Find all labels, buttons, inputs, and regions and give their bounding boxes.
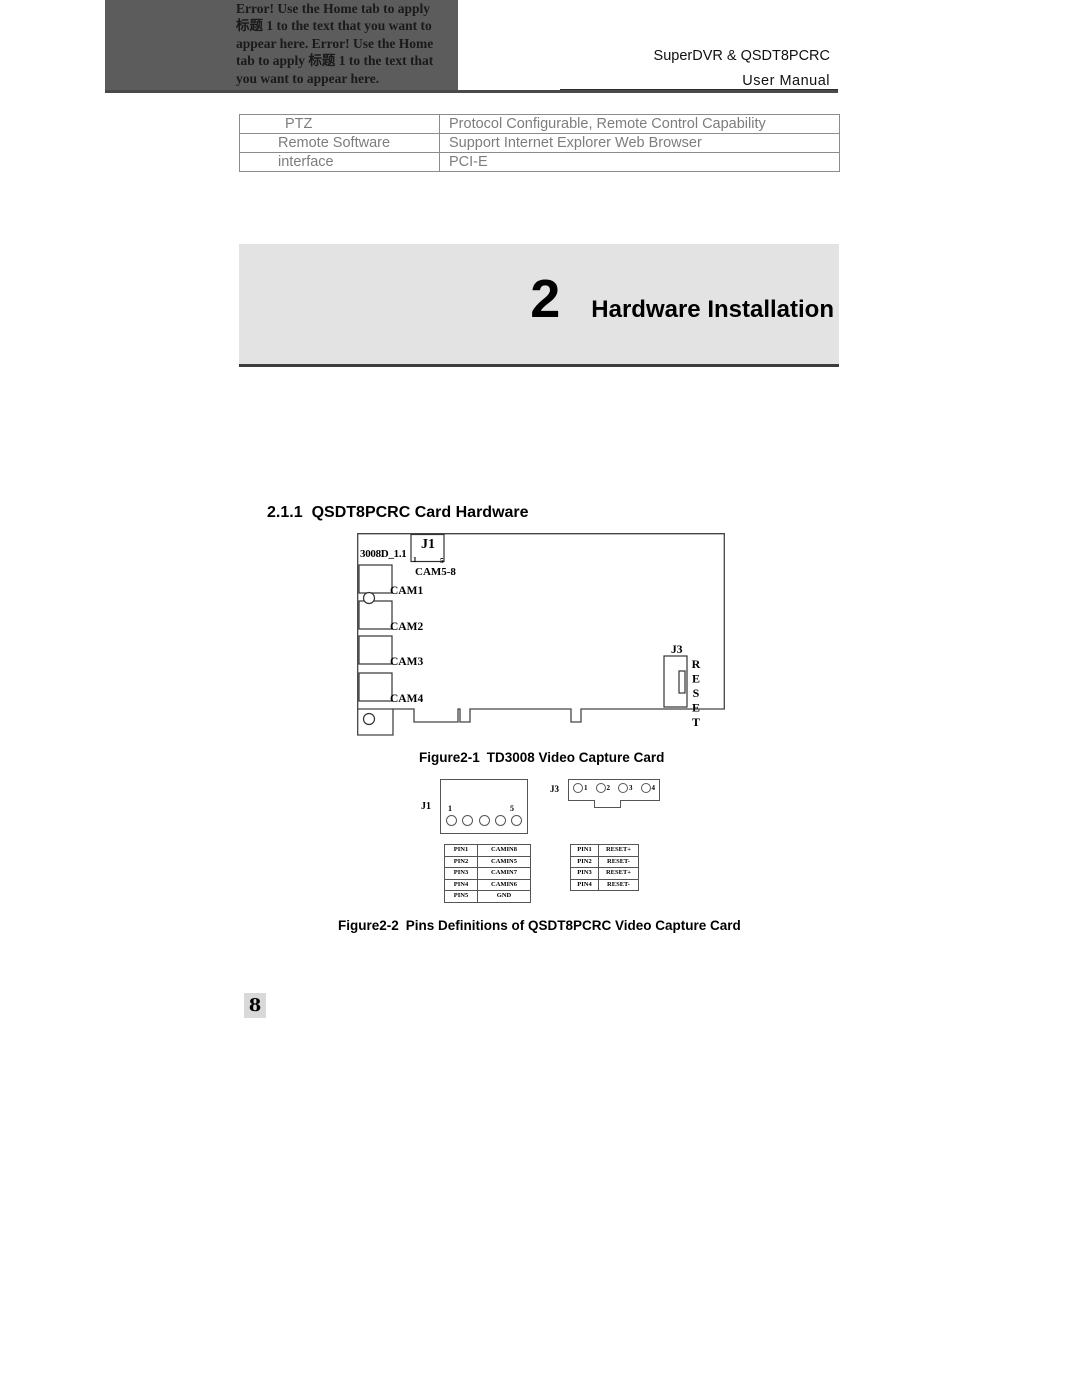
board-cam-port-3: CAM3 (390, 656, 424, 668)
spec-value: PCI-E (439, 152, 840, 172)
pin-hole-icon (511, 815, 522, 826)
board-j1-pin-first: 1 (413, 555, 417, 564)
pin-hole-icon (595, 783, 606, 793)
pin-signal: RESET+ (598, 844, 639, 857)
header-rule (105, 90, 838, 93)
page-title: 2.1.1 QSDT8PCRC Card Hardware (267, 504, 529, 522)
pin-signal: CAMIN8 (477, 844, 531, 857)
board-j1-label: J1 (421, 537, 435, 552)
spec-key: PTZ (239, 114, 440, 134)
pin-signal: GND (477, 890, 531, 903)
section-title: QSDT8PCRC Card Hardware (311, 504, 529, 521)
board-diagram: 3008D_1.1 J1 1 5 CAM5-8 CAM1 CAM2 CAM3 C… (357, 533, 725, 736)
pin-hole-icon (494, 815, 506, 826)
pin-name: PIN4 (570, 878, 599, 891)
section-number: 2.1.1 (267, 504, 303, 521)
board-j3-label: J3 (671, 644, 683, 656)
pin-name: PIN1 (444, 844, 478, 857)
board-reset-label: RESET (689, 657, 703, 730)
header-error-line-5: you want to appear here. (236, 70, 380, 86)
pin-hole-icon (640, 783, 651, 793)
pins-j3-pin-3: 3 (618, 783, 633, 793)
pins-j3-pin-number: 4 (651, 784, 656, 792)
pin-hole-icon (478, 815, 490, 826)
board-j1-pin-last: 5 (440, 556, 444, 565)
board-cam-port-2: CAM2 (390, 621, 424, 633)
pins-j3-hole-row: 1 2 3 4 (573, 783, 655, 793)
chapter-title: Hardware Installation (591, 296, 834, 323)
page-number: 8 (244, 993, 266, 1018)
table-row: interface PCI-E (239, 152, 840, 172)
pins-j1-hole-row (446, 815, 522, 826)
figure-1-label: Figure2-1 (419, 750, 480, 765)
pins-j3-keying-tab (594, 800, 621, 808)
table-row: PIN2 CAMIN5 (444, 855, 531, 868)
header-error-line-1: Error! Use the Home tab to apply (236, 1, 430, 16)
header-error-line-4: tab to apply 标题 1 to the text that (236, 53, 434, 69)
table-row: PIN1 CAMIN8 (444, 844, 531, 857)
pins-j3-pin-2: 2 (595, 783, 611, 793)
pin-name: PIN2 (444, 855, 478, 868)
pins-j1-label: J1 (421, 801, 431, 812)
chapter-banner: 2 Hardware Installation (239, 244, 839, 365)
j3-pin-definition-table: PIN1 RESET+ PIN2 RESET- PIN3 RESET+ PIN4… (570, 844, 639, 891)
pins-j3-pin-1: 1 (573, 783, 588, 793)
pin-name: PIN1 (570, 844, 599, 857)
pin-name: PIN3 (570, 867, 599, 880)
board-part-label: 3008D_1.1 (360, 548, 407, 560)
pin-hole-icon (573, 783, 583, 793)
pins-diagram: J1 1 5 J3 1 2 3 4 PIN1 CAMIN8 PIN2 CAMIN… (421, 776, 670, 906)
pin-name: PIN3 (444, 867, 478, 880)
pins-j1-number-last: 5 (510, 804, 514, 813)
chapter-number: 2 (530, 269, 560, 329)
pin-signal: RESET+ (598, 867, 639, 880)
spec-key: interface (239, 152, 440, 172)
table-row: PIN4 RESET- (570, 878, 639, 891)
table-row: PTZ Protocol Configurable, Remote Contro… (239, 114, 840, 134)
pins-j3-pin-number: 1 (584, 784, 588, 792)
pins-j3-pin-4: 4 (640, 783, 656, 793)
pin-hole-icon (618, 783, 628, 793)
pin-signal: CAMIN5 (477, 855, 531, 868)
table-row: PIN4 CAMIN6 (444, 878, 531, 891)
header-product-name: SuperDVR & QSDT8PCRC (653, 48, 830, 64)
table-row: PIN5 GND (444, 890, 531, 903)
spec-value: Support Internet Explorer Web Browser (439, 133, 840, 153)
pin-signal: RESET- (598, 878, 639, 891)
pin-hole-icon (446, 815, 457, 826)
figure-1-caption: Figure2-1 TD3008 Video Capture Card (419, 750, 664, 765)
figure-2-text: Pins Definitions of QSDT8PCRC Video Capt… (405, 918, 741, 933)
table-row: PIN3 RESET+ (570, 867, 639, 880)
table-row: PIN2 RESET- (570, 855, 639, 868)
pin-signal: CAMIN6 (477, 878, 531, 891)
table-row: PIN1 RESET+ (570, 844, 639, 857)
figure-2-label: Figure2-2 (338, 918, 399, 933)
pin-signal: CAMIN7 (477, 867, 531, 880)
pins-j3-label: J3 (550, 784, 559, 794)
table-row: Remote Software Support Internet Explore… (239, 133, 840, 153)
pins-j3-pin-number: 3 (629, 784, 633, 792)
spec-value: Protocol Configurable, Remote Control Ca… (439, 114, 840, 134)
header-error-text: Error! Use the Home tab to apply 标题 1 to… (236, 0, 468, 92)
pin-name: PIN2 (570, 855, 599, 868)
board-cam-port-1: CAM1 (390, 585, 424, 597)
pin-name: PIN5 (444, 890, 478, 903)
spec-key: Remote Software (239, 133, 440, 153)
board-cam58-label: CAM5-8 (415, 566, 456, 578)
pins-j3-pin-number: 2 (606, 784, 611, 792)
header-error-line-3: appear here. Error! Use the Home (236, 35, 434, 51)
header-error-line-2: 标题 1 to the text that you want to (236, 18, 432, 34)
chapter-rule (239, 364, 839, 367)
figure-1-text: TD3008 Video Capture Card (486, 750, 665, 765)
pin-signal: RESET- (598, 855, 639, 868)
specification-table: PTZ Protocol Configurable, Remote Contro… (239, 114, 840, 172)
pin-name: PIN4 (444, 878, 478, 891)
header-document-info: SuperDVR & QSDT8PCRC User Manual (560, 44, 830, 94)
table-row: PIN3 CAMIN7 (444, 867, 531, 880)
j1-pin-definition-table: PIN1 CAMIN8 PIN2 CAMIN5 PIN3 CAMIN7 PIN4… (444, 844, 531, 903)
board-cam-port-4: CAM4 (390, 693, 424, 705)
pin-hole-icon (462, 815, 474, 826)
figure-2-caption: Figure2-2 Pins Definitions of QSDT8PCRC V… (338, 918, 741, 933)
pins-j1-number-first: 1 (448, 804, 452, 813)
